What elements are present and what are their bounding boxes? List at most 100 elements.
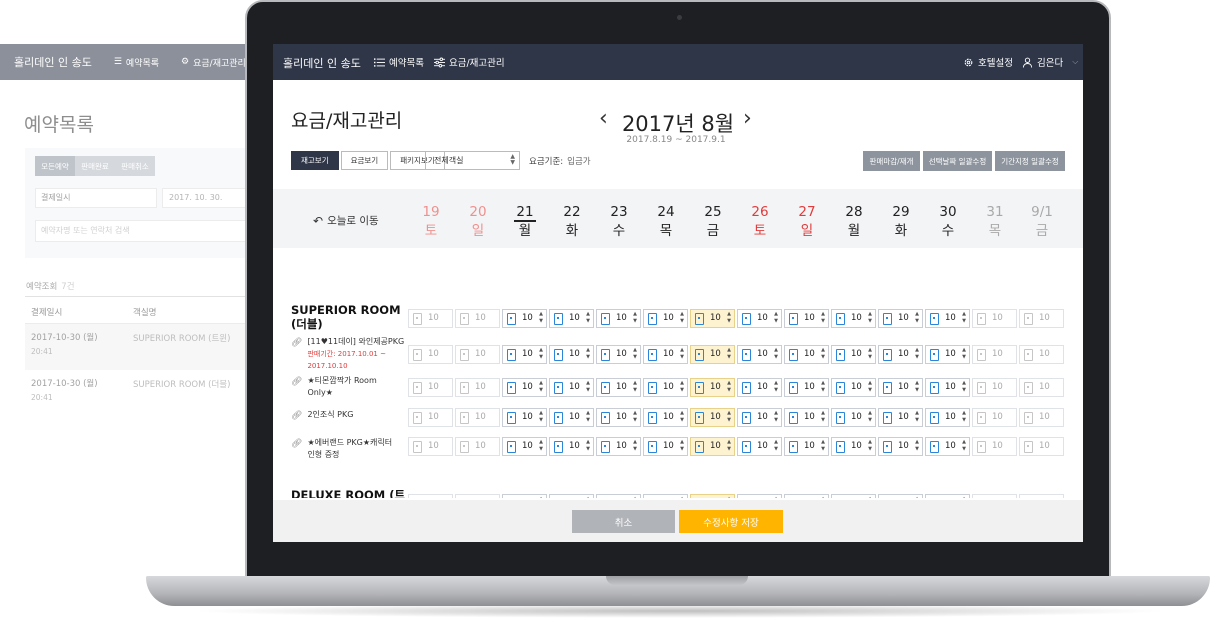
day-column-0[interactable]: 19 토 <box>411 203 451 241</box>
day-column-11[interactable]: 30 수 <box>928 203 968 241</box>
inventory-cell[interactable]: 10▲▼ <box>831 494 876 498</box>
inventory-cell[interactable]: 10▲▼ <box>972 378 1017 397</box>
inventory-cell[interactable]: 10▲▼ <box>831 345 876 364</box>
brand[interactable]: 홀리데인 인 송도 <box>283 55 361 71</box>
chevron-right-icon[interactable]: › <box>743 106 752 131</box>
stepper-icon[interactable]: ▲▼ <box>680 410 684 424</box>
stepper-icon[interactable]: ▲▼ <box>774 410 778 424</box>
stepper-icon[interactable]: ▲▼ <box>586 496 590 498</box>
inventory-cell[interactable]: 10▲▼ <box>972 494 1017 498</box>
stepper-icon[interactable]: ▲▼ <box>962 410 966 424</box>
stepper-icon[interactable]: ▲▼ <box>680 347 684 361</box>
nav-reservations[interactable]: 예약목록 <box>374 55 424 69</box>
cancel-button[interactable]: 취소 <box>572 510 675 533</box>
inventory-cell[interactable]: 10▲▼ <box>502 494 547 498</box>
inventory-cell[interactable]: 10▲▼ <box>643 408 688 427</box>
stepper-icon[interactable]: ▲▼ <box>633 410 637 424</box>
inventory-cell[interactable]: 10▲▼ <box>784 309 829 328</box>
inventory-cell[interactable]: 10▲▼ <box>784 408 829 427</box>
inventory-cell[interactable]: 10▲▼ <box>925 437 970 456</box>
inventory-cell[interactable]: 10▲▼ <box>925 345 970 364</box>
table-row[interactable]: 2017-10-30 (월) 20:41 SUPERIOR ROOM (트윈) <box>25 324 250 370</box>
stepper-icon[interactable]: ▲▼ <box>539 410 543 424</box>
inventory-cell[interactable]: 10▲▼ <box>502 437 547 456</box>
inventory-cell[interactable]: 10▲▼ <box>596 378 641 397</box>
table-row[interactable]: 2017-10-30 (월) 20:41 SUPERIOR ROOM (더블) <box>25 370 250 416</box>
inventory-cell[interactable]: 10▲▼ <box>408 494 453 498</box>
bg-nav-reservations[interactable]: ☰ 예약목록 <box>114 56 159 69</box>
stepper-icon[interactable]: ▲▼ <box>821 496 825 498</box>
bg-date-input[interactable]: 2017. 10. 30. <box>162 188 250 208</box>
stepper-icon[interactable]: ▲▼ <box>539 380 543 394</box>
stepper-icon[interactable]: ▲▼ <box>774 439 778 453</box>
day-column-4[interactable]: 23 수 <box>599 203 639 241</box>
inventory-cell[interactable]: 10▲▼ <box>878 345 923 364</box>
stepper-icon[interactable]: ▲▼ <box>962 380 966 394</box>
bg-nav-rates[interactable]: ⚙ 요금/재고관리 <box>181 56 246 69</box>
stepper-icon[interactable]: ▲▼ <box>586 439 590 453</box>
stepper-icon[interactable]: ▲▼ <box>680 380 684 394</box>
inventory-cell[interactable]: 10▲▼ <box>690 494 735 498</box>
package-row-label[interactable]: 🔗︎ 2인조식 PKG <box>291 409 353 422</box>
inventory-cell[interactable]: 10▲▼ <box>784 345 829 364</box>
user-menu[interactable]: 김은다 ⌵ <box>1022 55 1078 69</box>
inventory-cell[interactable]: 10▲▼ <box>408 378 453 397</box>
day-column-6[interactable]: 25 금 <box>693 203 733 241</box>
bg-filter-tab-all[interactable]: 모든예약 <box>35 156 75 176</box>
inventory-cell[interactable]: 10▲▼ <box>643 494 688 498</box>
bg-filter-tab-cancel[interactable]: 판매취소 <box>115 156 155 176</box>
stepper-icon[interactable]: ▲▼ <box>962 496 966 498</box>
save-button[interactable]: 수정사항 저장 <box>679 510 783 533</box>
inventory-cell[interactable]: 10▲▼ <box>972 408 1017 427</box>
inventory-cell[interactable]: 10▲▼ <box>784 494 829 498</box>
inventory-cell[interactable]: 10▲▼ <box>878 378 923 397</box>
inventory-cell[interactable]: 10▲▼ <box>925 309 970 328</box>
stepper-icon[interactable]: ▲▼ <box>633 439 637 453</box>
inventory-cell[interactable]: 10▲▼ <box>596 408 641 427</box>
inventory-cell[interactable]: 10▲▼ <box>737 309 782 328</box>
inventory-cell[interactable]: 10▲▼ <box>690 437 735 456</box>
day-column-5[interactable]: 24 목 <box>646 203 686 241</box>
stepper-icon[interactable]: ▲▼ <box>774 496 778 498</box>
inventory-cell[interactable]: 10▲▼ <box>643 345 688 364</box>
stepper-icon[interactable]: ▲▼ <box>539 439 543 453</box>
inventory-cell[interactable]: 10▲▼ <box>831 309 876 328</box>
bg-filter-tab-sold[interactable]: 판매완료 <box>75 156 115 176</box>
inventory-cell[interactable]: 10▲▼ <box>1019 408 1064 427</box>
day-column-13[interactable]: 9/1 금 <box>1022 203 1062 241</box>
stepper-icon[interactable]: ▲▼ <box>962 347 966 361</box>
day-column-9[interactable]: 28 월 <box>834 203 874 241</box>
inventory-cell[interactable]: 10▲▼ <box>972 309 1017 328</box>
inventory-cell[interactable]: 10▲▼ <box>502 309 547 328</box>
stepper-icon[interactable]: ▲▼ <box>727 410 731 424</box>
stepper-icon[interactable]: ▲▼ <box>868 410 872 424</box>
stepper-icon[interactable]: ▲▼ <box>821 410 825 424</box>
inventory-cell[interactable]: 10▲▼ <box>925 378 970 397</box>
inventory-cell[interactable]: 10▲▼ <box>878 408 923 427</box>
stepper-icon[interactable]: ▲▼ <box>821 380 825 394</box>
day-column-1[interactable]: 20 일 <box>458 203 498 241</box>
inventory-cell[interactable]: 10▲▼ <box>596 494 641 498</box>
inventory-cell[interactable]: 10▲▼ <box>972 345 1017 364</box>
inventory-cell[interactable]: 10▲▼ <box>502 408 547 427</box>
stepper-icon[interactable]: ▲▼ <box>868 496 872 498</box>
inventory-cell[interactable]: 10▲▼ <box>455 408 500 427</box>
stepper-icon[interactable]: ▲▼ <box>633 311 637 325</box>
inventory-cell[interactable]: 10▲▼ <box>784 437 829 456</box>
stepper-icon[interactable]: ▲▼ <box>680 311 684 325</box>
bg-date-type-select[interactable]: 결제일시 <box>35 188 157 208</box>
stepper-icon[interactable]: ▲▼ <box>915 380 919 394</box>
inventory-cell[interactable]: 10▲▼ <box>737 345 782 364</box>
inventory-cell[interactable]: 10▲▼ <box>1019 494 1064 498</box>
stepper-icon[interactable]: ▲▼ <box>539 496 543 498</box>
stepper-icon[interactable]: ▲▼ <box>586 347 590 361</box>
stepper-icon[interactable]: ▲▼ <box>868 439 872 453</box>
day-column-8[interactable]: 27 일 <box>787 203 827 241</box>
inventory-cell[interactable]: 10▲▼ <box>408 437 453 456</box>
inventory-cell[interactable]: 10▲▼ <box>831 408 876 427</box>
inventory-cell[interactable]: 10▲▼ <box>737 437 782 456</box>
stepper-icon[interactable]: ▲▼ <box>821 439 825 453</box>
day-column-7[interactable]: 26 토 <box>740 203 780 241</box>
package-row-label[interactable]: 🔗︎ [11♥11데이] 와인제공PKG 판매기간: 2017.10.01 ~ 201… <box>291 336 404 372</box>
stepper-icon[interactable]: ▲▼ <box>868 380 872 394</box>
